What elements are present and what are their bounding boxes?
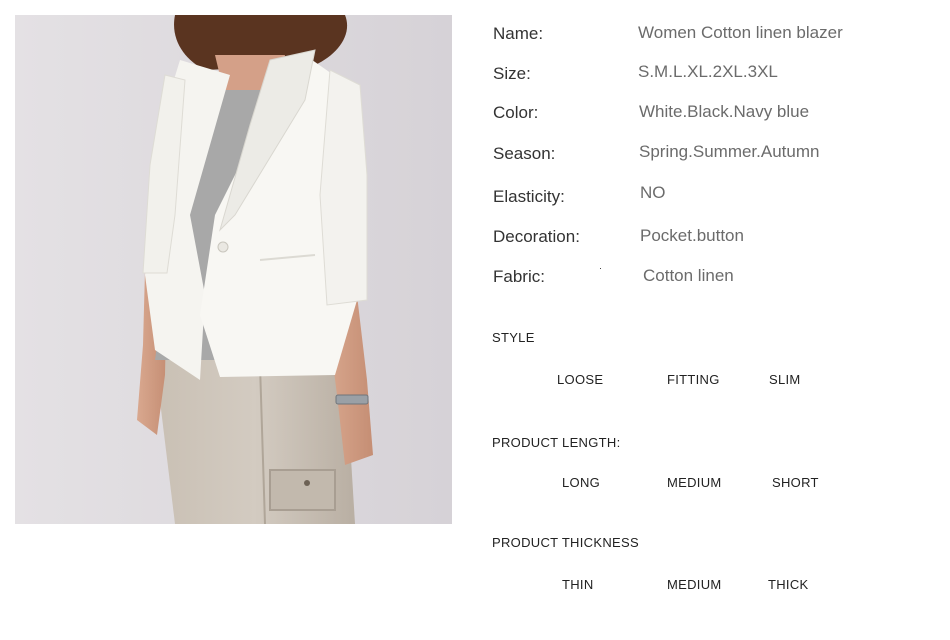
style-option-fitting: FITTING [667,372,720,387]
elasticity-label: Elasticity: [493,187,565,206]
thickness-title: PRODUCT THICKNESS [492,535,639,550]
length-option-medium: MEDIUM [667,475,722,490]
length-option-long: LONG [562,475,601,490]
style-option-loose: LOOSE [557,372,604,387]
name-label: Name: [493,24,544,43]
elasticity-value: NO [640,183,666,202]
length-title: PRODUCT LENGTH: [492,435,621,450]
style-title: STYLE [492,330,535,345]
size-value: S.M.L.XL.2XL.3XL [638,62,778,81]
stray-dot [600,268,601,269]
season-value: Spring.Summer.Autumn [639,142,820,161]
thickness-option-thick: THICK [768,577,809,592]
product-photo [15,15,452,524]
thickness-option-medium: MEDIUM [667,577,722,592]
style-option-slim: SLIM [769,372,801,387]
size-label: Size: [493,64,531,83]
color-label: Color: [493,103,539,122]
decoration-label: Decoration: [493,227,580,246]
season-label: Season: [493,144,556,163]
fabric-label: Fabric: [493,267,545,286]
color-value: White.Black.Navy blue [639,102,810,121]
thickness-option-thin: THIN [562,577,594,592]
length-option-short: SHORT [772,475,819,490]
decoration-value: Pocket.button [640,226,744,245]
name-value: Women Cotton linen blazer [638,23,843,42]
fabric-value: Cotton linen [643,266,734,285]
